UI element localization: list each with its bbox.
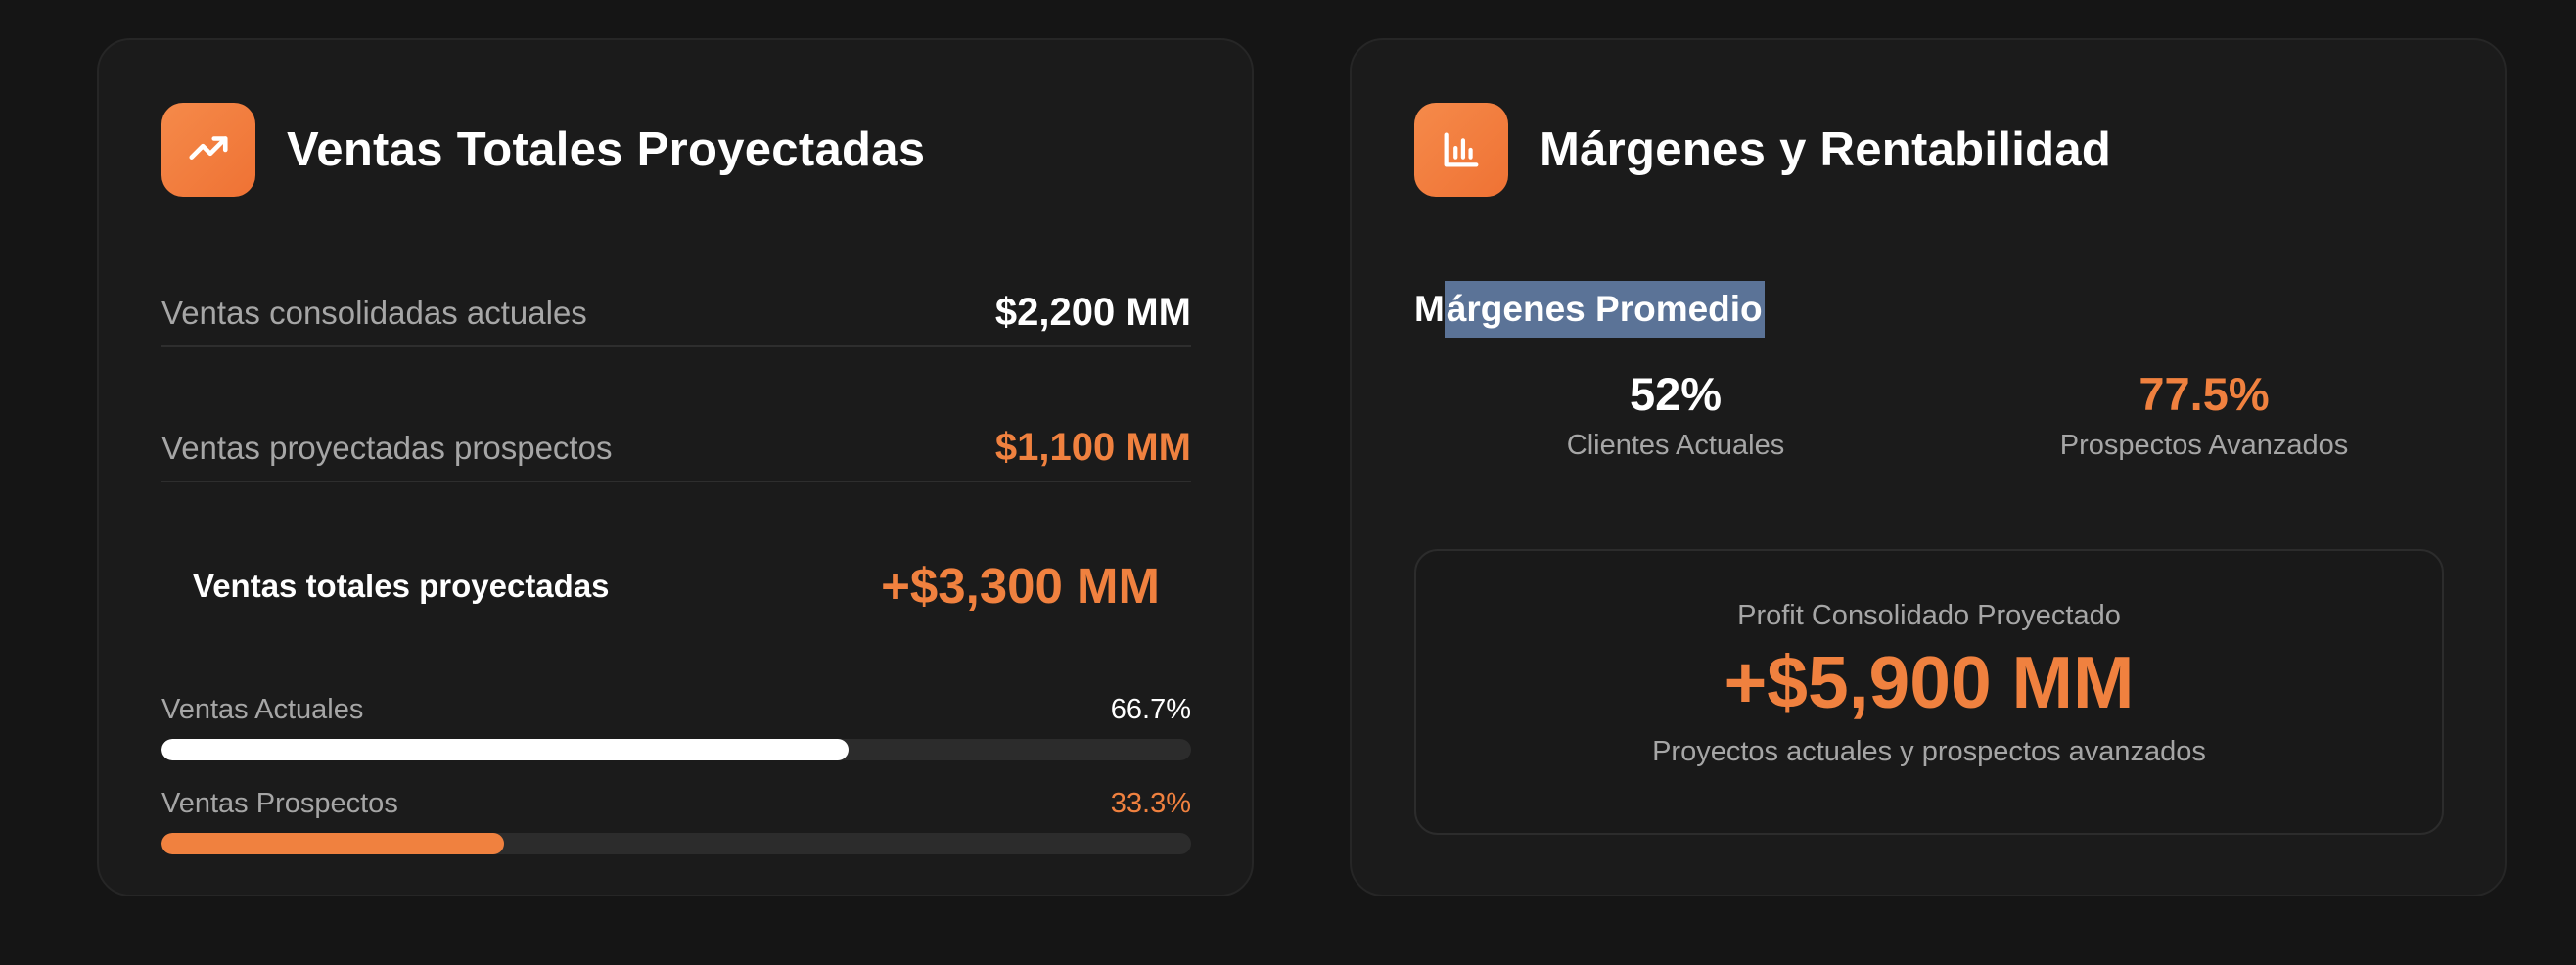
- progress-ventas-actuales: Ventas Actuales 66.7%: [161, 690, 1191, 760]
- trending-up-icon: [161, 103, 255, 197]
- dashboard-page: Ventas Totales Proyectadas Ventas consol…: [0, 0, 2576, 965]
- progress-track: [161, 833, 1191, 854]
- margenes-card-title: Márgenes y Rentabilidad: [1540, 123, 2112, 176]
- metric-value: 52%: [1629, 368, 1723, 420]
- ventas-card-header: Ventas Totales Proyectadas: [161, 103, 925, 197]
- margenes-card-header: Márgenes y Rentabilidad: [1414, 103, 2111, 197]
- progress-fill: [161, 833, 505, 854]
- metric-value: 77.5%: [2139, 368, 2270, 420]
- row-ventas-prospectos: Ventas proyectadas prospectos $1,100 MM: [161, 426, 1191, 470]
- progress-fill: [161, 739, 849, 760]
- profit-title: Profit Consolidado Proyectado: [1737, 600, 2121, 631]
- total-value: +$3,300 MM: [881, 558, 1160, 614]
- profit-subtitle: Proyectos actuales y prospectos avanzado…: [1652, 736, 2206, 767]
- margenes-card: Márgenes y Rentabilidad Márgenes Promedi…: [1350, 38, 2507, 896]
- row-divider: [161, 481, 1191, 482]
- metric-label: Clientes Actuales: [1566, 430, 1785, 461]
- progress-ventas-prospectos: Ventas Prospectos 33.3%: [161, 784, 1191, 854]
- row-value: $1,100 MM: [994, 426, 1191, 469]
- metric-prospectos-avanzados: 77.5% Prospectos Avanzados: [1950, 363, 2459, 462]
- progress-label: Ventas Actuales: [161, 693, 364, 725]
- heading-selected-text: árgenes Promedio: [1444, 281, 1765, 338]
- row-value: $2,200 MM: [994, 291, 1191, 334]
- margenes-promedio-heading[interactable]: Márgenes Promedio: [1414, 281, 1765, 338]
- profit-summary-box: Profit Consolidado Proyectado +$5,900 MM…: [1414, 549, 2444, 835]
- row-label: Ventas consolidadas actuales: [161, 294, 587, 331]
- progress-percent: 66.7%: [1110, 693, 1191, 725]
- metric-clientes-actuales: 52% Clientes Actuales: [1421, 363, 1930, 462]
- metric-label: Prospectos Avanzados: [2059, 430, 2349, 461]
- progress-percent: 33.3%: [1110, 787, 1191, 819]
- row-ventas-totales: Ventas totales proyectadas +$3,300 MM: [193, 557, 1160, 615]
- row-ventas-consolidadas: Ventas consolidadas actuales $2,200 MM: [161, 291, 1191, 335]
- ventas-card-title: Ventas Totales Proyectadas: [287, 123, 926, 176]
- total-label: Ventas totales proyectadas: [193, 567, 610, 604]
- bar-chart-icon: [1414, 103, 1508, 197]
- row-divider: [161, 345, 1191, 347]
- progress-track: [161, 739, 1191, 760]
- progress-label: Ventas Prospectos: [161, 787, 398, 819]
- profit-value: +$5,900 MM: [1724, 641, 2135, 723]
- heading-unselected-text: M: [1414, 289, 1445, 329]
- ventas-card: Ventas Totales Proyectadas Ventas consol…: [97, 38, 1254, 896]
- row-label: Ventas proyectadas prospectos: [161, 429, 613, 466]
